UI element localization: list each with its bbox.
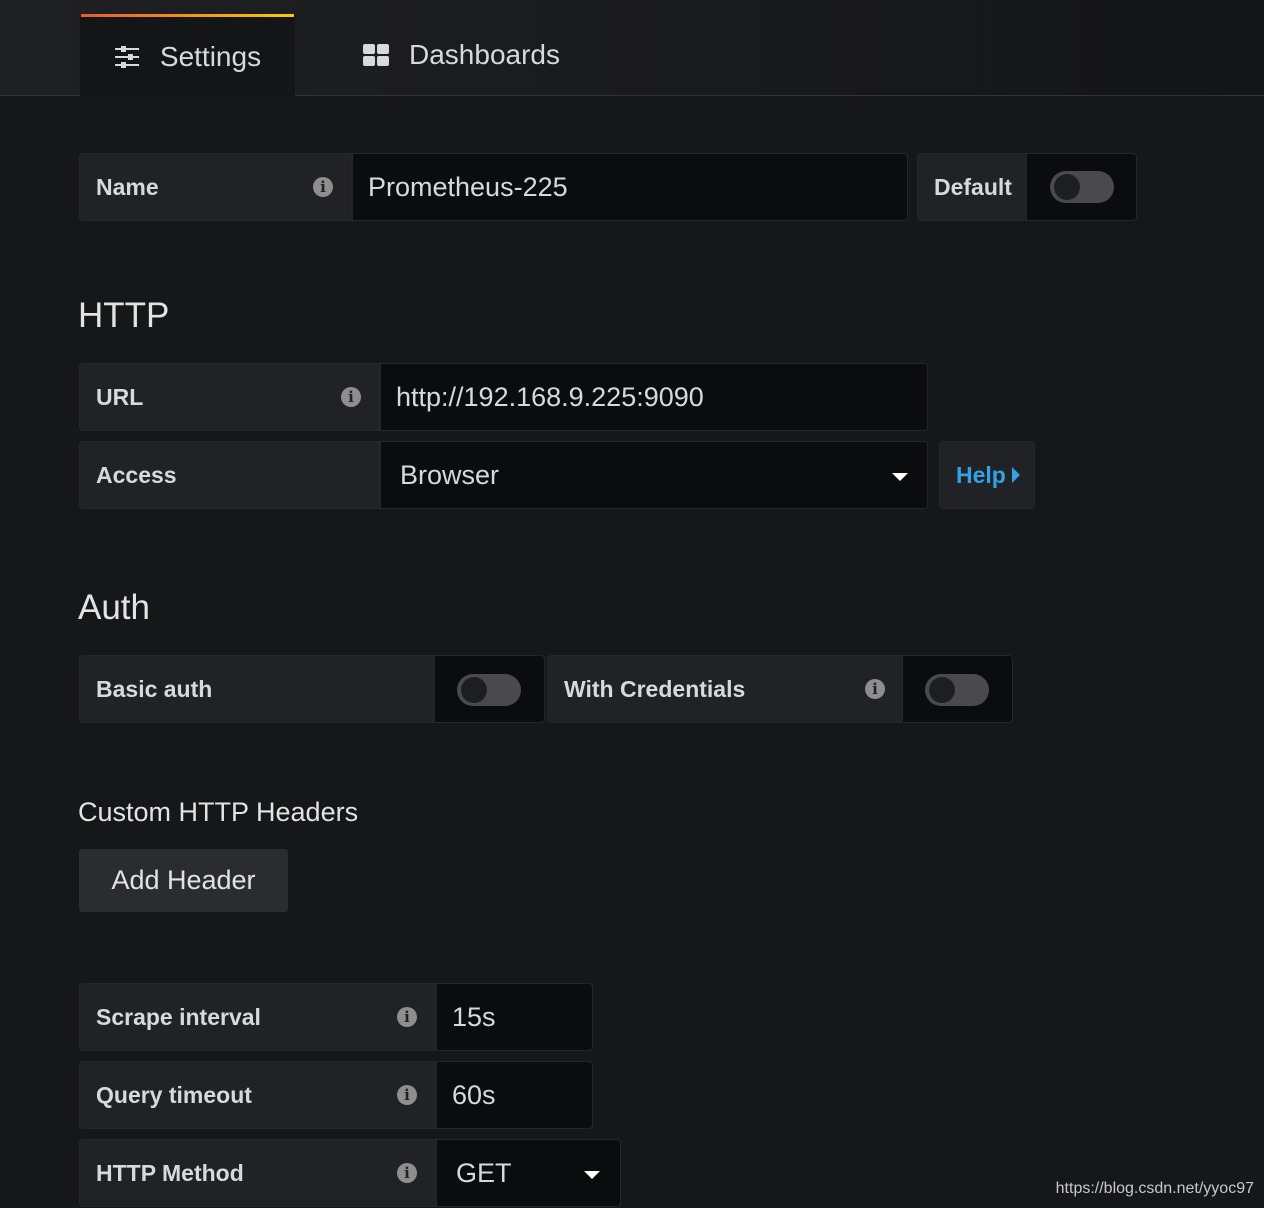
basic-auth-label: Basic auth [79, 655, 435, 723]
with-credentials-cell [902, 655, 1013, 723]
http-method-value: GET [456, 1157, 512, 1188]
scrape-interval-text: Scrape interval [96, 1003, 261, 1030]
tab-settings[interactable]: Settings [80, 14, 295, 97]
info-icon[interactable]: i [397, 1163, 417, 1183]
caret-down-icon [892, 473, 908, 481]
help-button[interactable]: Help [939, 441, 1035, 509]
name-label-text: Name [96, 173, 159, 200]
default-toggle[interactable] [1050, 171, 1114, 203]
tab-dashboards-label: Dashboards [409, 39, 560, 70]
info-icon[interactable]: i [313, 177, 333, 197]
help-label: Help [956, 461, 1006, 488]
url-label: URL i [79, 363, 380, 431]
http-method-label: HTTP Method i [79, 1139, 437, 1207]
query-timeout-text: Query timeout [96, 1081, 252, 1108]
name-input[interactable]: Prometheus-225 [352, 153, 908, 221]
query-timeout-input[interactable]: 60s [436, 1061, 593, 1129]
info-icon[interactable]: i [341, 387, 361, 407]
basic-auth-cell [434, 655, 545, 723]
basic-auth-toggle[interactable] [457, 674, 521, 706]
url-label-text: URL [96, 383, 144, 410]
access-value: Browser [400, 459, 500, 490]
with-credentials-toggle[interactable] [925, 674, 989, 706]
sliders-icon [114, 46, 139, 68]
scrape-interval-input[interactable]: 15s [436, 983, 593, 1051]
default-toggle-cell [1026, 153, 1137, 221]
tab-dashboards[interactable]: Dashboards [363, 14, 560, 96]
add-header-button[interactable]: Add Header [79, 849, 288, 912]
with-credentials-label: With Credentials i [547, 655, 903, 723]
auth-heading: Auth [78, 588, 150, 627]
scrape-interval-label: Scrape interval i [79, 983, 437, 1051]
http-method-select[interactable]: GET [436, 1139, 621, 1207]
access-label: Access [79, 441, 380, 509]
access-select[interactable]: Browser [380, 441, 928, 509]
grid-icon [363, 44, 389, 66]
watermark: https://blog.csdn.net/yyoc97 [1055, 1180, 1254, 1197]
custom-headers-heading: Custom HTTP Headers [78, 797, 359, 827]
info-icon[interactable]: i [865, 679, 885, 699]
url-input[interactable]: http://192.168.9.225:9090 [380, 363, 928, 431]
info-icon[interactable]: i [397, 1085, 417, 1105]
with-credentials-text: With Credentials [564, 675, 746, 702]
http-method-text: HTTP Method [96, 1159, 244, 1186]
query-timeout-label: Query timeout i [79, 1061, 437, 1129]
caret-right-icon [1011, 467, 1020, 483]
caret-down-icon [584, 1171, 600, 1179]
tab-settings-label: Settings [159, 41, 262, 72]
info-icon[interactable]: i [397, 1007, 417, 1027]
name-label: Name i [79, 153, 352, 221]
default-label: Default [917, 153, 1027, 221]
http-heading: HTTP [78, 296, 170, 335]
